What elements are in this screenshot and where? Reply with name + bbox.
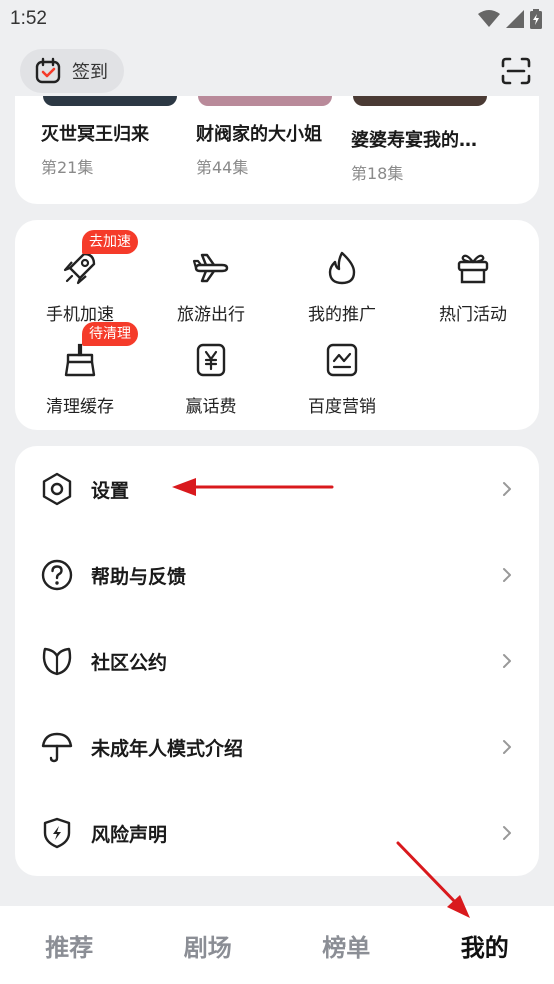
chevron-right-icon	[499, 651, 515, 671]
drama-item[interactable]: 灭世冥王归来 第21集	[41, 120, 149, 178]
chevron-right-icon	[499, 823, 515, 843]
tool-clear-cache[interactable]: 待清理 清理缓存	[15, 322, 145, 417]
drama-title: 婆婆寿宴我的…	[351, 130, 477, 151]
drama-episode: 第18集	[351, 164, 404, 183]
menu-item-minor-mode[interactable]: 未成年人模式介绍	[15, 704, 539, 790]
flame-icon	[322, 248, 362, 288]
menu-label: 设置	[91, 479, 130, 502]
boost-badge: 去加速	[82, 230, 138, 254]
bottom-nav: 推荐 剧场 榜单 我的	[0, 906, 554, 984]
yuan-icon	[191, 340, 231, 380]
drama-thumbnails	[15, 96, 539, 108]
menu-card: 设置 帮助与反馈 社区公约 未成年人模式介绍 风险声明	[15, 446, 539, 876]
status-bar: 1:52	[0, 0, 554, 38]
clear-cache-badge: 待清理	[82, 322, 138, 346]
menu-item-help-feedback[interactable]: 帮助与反馈	[15, 532, 539, 618]
tool-phone-boost[interactable]: 去加速 手机加速	[15, 230, 145, 325]
tool-hot-events[interactable]: 热门活动	[408, 248, 538, 325]
chevron-right-icon	[499, 479, 515, 499]
chart-icon	[322, 340, 362, 380]
menu-item-risk-statement[interactable]: 风险声明	[15, 790, 539, 876]
drama-title: 灭世冥王归来	[41, 124, 149, 145]
tools-card: 去加速 手机加速 旅游出行 我的推广 热门活动 待清理 清理缓存 赢话费 百度营…	[15, 220, 539, 430]
nav-tab-rankings[interactable]: 榜单	[277, 928, 416, 963]
menu-item-settings[interactable]: 设置	[15, 446, 539, 532]
menu-label: 风险声明	[91, 823, 168, 846]
status-icons	[478, 9, 542, 29]
menu-item-community-rules[interactable]: 社区公约	[15, 618, 539, 704]
tool-label: 我的推广	[308, 305, 376, 325]
recent-dramas-card: 灭世冥王归来 第21集 财阀家的大小姐 第44集 婆婆寿宴我的… 第18集	[15, 96, 539, 204]
scan-icon	[501, 57, 531, 85]
drama-title: 财阀家的大小姐	[196, 124, 322, 145]
nav-tab-mine[interactable]: 我的	[416, 928, 554, 963]
menu-label: 社区公约	[91, 651, 168, 674]
menu-label: 未成年人模式介绍	[91, 737, 244, 760]
drama-item[interactable]: 婆婆寿宴我的… 第18集	[351, 126, 477, 184]
tool-label: 清理缓存	[46, 397, 114, 417]
menu-label: 帮助与反馈	[91, 565, 187, 588]
gift-icon	[453, 248, 493, 288]
chevron-right-icon	[499, 565, 515, 585]
top-bar: 签到	[0, 46, 554, 96]
tool-label: 热门活动	[439, 305, 507, 325]
signin-button[interactable]: 签到	[20, 49, 124, 93]
umbrella-icon	[39, 729, 75, 765]
airplane-icon	[191, 248, 231, 288]
tool-label: 赢话费	[185, 397, 237, 417]
shield-icon	[39, 815, 75, 851]
settings-icon	[39, 471, 75, 507]
battery-icon	[530, 9, 542, 29]
wifi-icon	[478, 10, 500, 27]
drama-item[interactable]: 财阀家的大小姐 第44集	[196, 120, 322, 178]
signin-label: 签到	[72, 62, 108, 83]
help-icon	[39, 557, 75, 593]
status-time: 1:52	[10, 8, 47, 29]
tool-my-promotion[interactable]: 我的推广	[277, 248, 407, 325]
drama-thumbnail[interactable]	[43, 96, 177, 106]
tool-label: 百度营销	[308, 397, 376, 417]
leaf-icon	[39, 643, 75, 679]
scan-button[interactable]	[498, 53, 534, 89]
tool-travel[interactable]: 旅游出行	[146, 248, 276, 325]
rocket-icon: 去加速	[60, 230, 138, 288]
tool-win-credit[interactable]: 赢话费	[146, 340, 276, 417]
nav-tab-theater[interactable]: 剧场	[139, 928, 278, 963]
chevron-right-icon	[499, 737, 515, 757]
drama-thumbnail[interactable]	[198, 96, 332, 106]
drama-episode: 第44集	[196, 158, 249, 177]
broom-icon: 待清理	[60, 322, 138, 380]
drama-episode: 第21集	[41, 158, 94, 177]
calendar-check-icon	[35, 57, 61, 84]
drama-thumbnail[interactable]	[353, 96, 487, 106]
tool-baidu-marketing[interactable]: 百度营销	[277, 340, 407, 417]
signal-icon	[506, 10, 524, 28]
nav-tab-recommend[interactable]: 推荐	[0, 928, 139, 963]
tool-label: 旅游出行	[177, 305, 245, 325]
